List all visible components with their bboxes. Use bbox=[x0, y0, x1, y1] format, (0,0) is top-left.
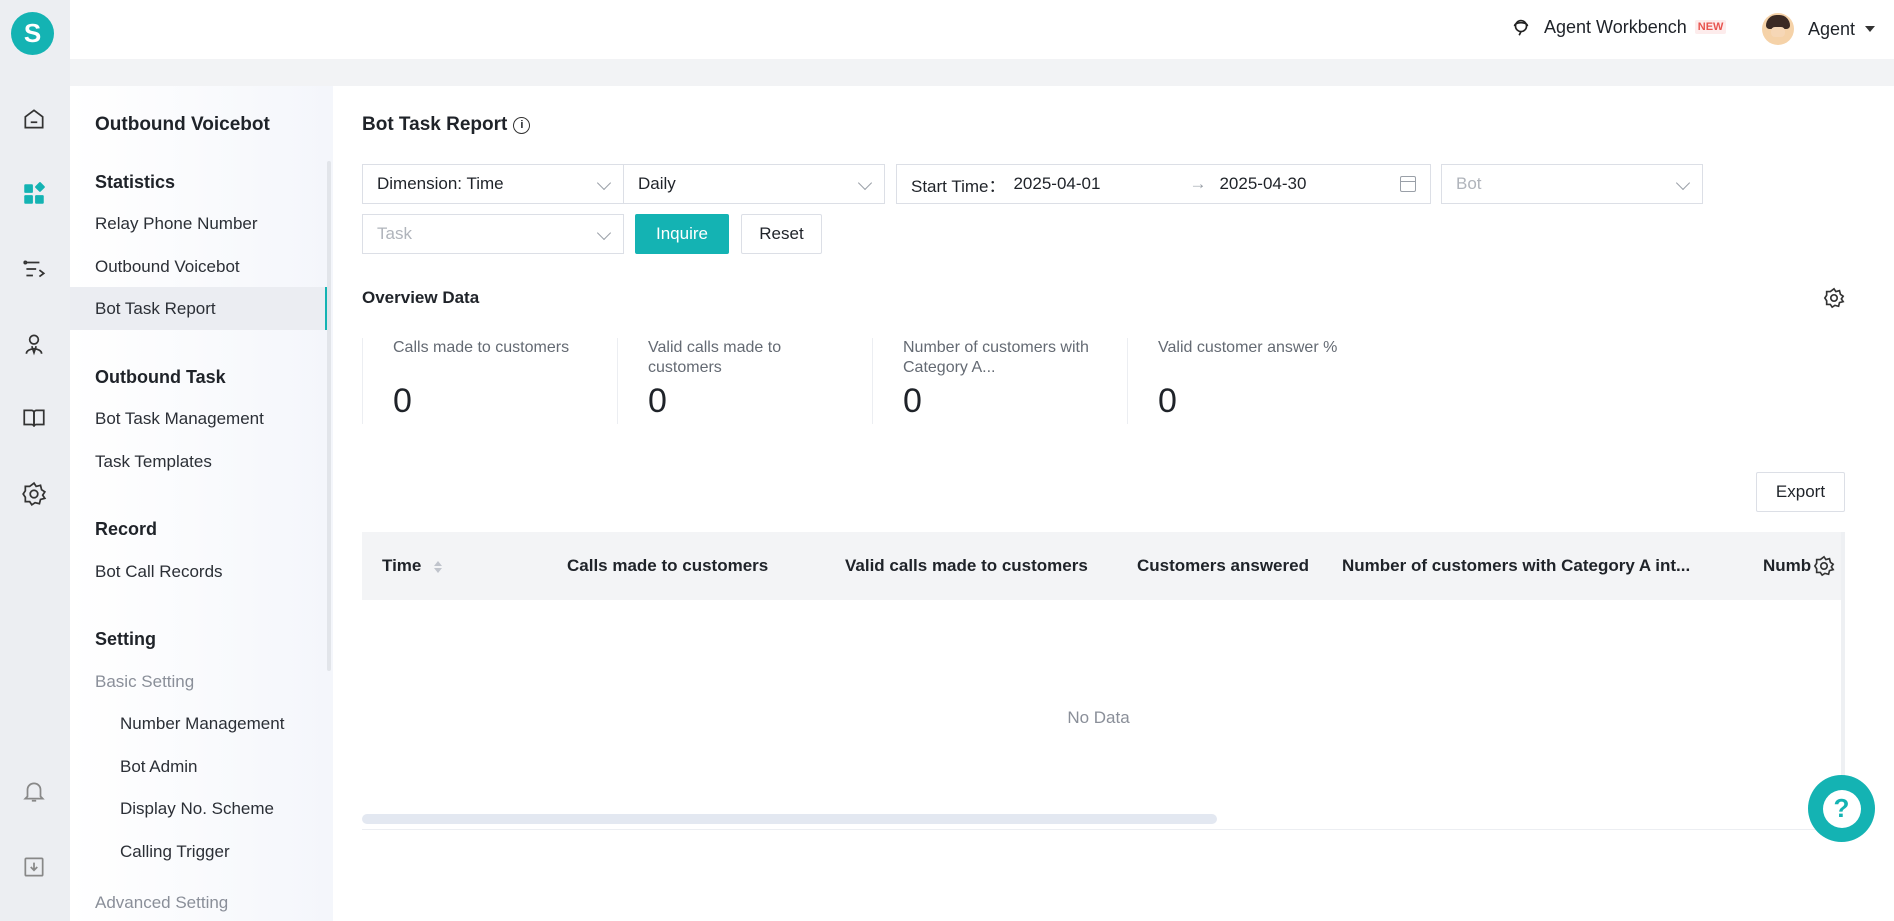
column-header-valid-calls: Valid calls made to customers bbox=[845, 556, 1088, 575]
overview-settings-icon[interactable] bbox=[1823, 287, 1845, 309]
stat-label: Number of customers with Category A... bbox=[903, 339, 1089, 376]
help-icon: ? bbox=[1822, 789, 1861, 828]
bot-placeholder: Bot bbox=[1456, 174, 1482, 193]
column-header-customers-answered: Customers answered bbox=[1137, 556, 1309, 575]
stat-value: 0 bbox=[903, 382, 922, 420]
range-arrow-icon: → bbox=[1189, 174, 1207, 193]
main-content: Bot Task Report i Dimension: Time Daily … bbox=[333, 86, 1894, 921]
agent-icon[interactable] bbox=[19, 329, 49, 359]
date-range-picker[interactable]: Start Time： 2025-04-01 → 2025-04-30 bbox=[896, 164, 1431, 204]
export-button[interactable]: Export bbox=[1756, 472, 1845, 512]
sidebar-item-bot-task-report[interactable]: Bot Task Report bbox=[95, 299, 216, 319]
granularity-select[interactable]: Daily bbox=[623, 164, 885, 204]
sidebar-item-outbound-voicebot[interactable]: Outbound Voicebot bbox=[95, 257, 240, 277]
icon-rail: S bbox=[0, 0, 70, 921]
task-select[interactable]: Task bbox=[362, 214, 624, 254]
sidebar-item-bot-task-management[interactable]: Bot Task Management bbox=[95, 409, 264, 429]
sidebar-item-bot-admin[interactable]: Bot Admin bbox=[120, 757, 198, 777]
start-date-input[interactable]: 2025-04-01 bbox=[1013, 174, 1189, 194]
sort-icon[interactable] bbox=[434, 560, 443, 573]
info-icon[interactable]: i bbox=[513, 116, 531, 134]
bot-select[interactable]: Bot bbox=[1441, 164, 1703, 204]
sidebar-item-task-templates[interactable]: Task Templates bbox=[95, 452, 212, 472]
stat-value: 0 bbox=[1158, 382, 1177, 420]
chevron-down-icon bbox=[1675, 175, 1691, 191]
end-date-input[interactable]: 2025-04-30 bbox=[1219, 174, 1306, 194]
stat-label: Calls made to customers bbox=[393, 339, 570, 356]
stat-label: Valid customer answer % bbox=[1158, 339, 1338, 356]
empty-state-text: No Data bbox=[1067, 708, 1130, 727]
sidebar-item-basic-setting[interactable]: Basic Setting bbox=[95, 672, 194, 692]
sidebar-item-calling-trigger[interactable]: Calling Trigger bbox=[120, 842, 230, 862]
group-setting: Setting bbox=[95, 629, 156, 649]
stat-card: Calls made to customers 0 bbox=[362, 338, 617, 424]
top-bar: Agent Workbench NEW Agent bbox=[70, 0, 1894, 59]
sidebar-scrollbar[interactable] bbox=[327, 161, 331, 671]
route-icon[interactable] bbox=[19, 254, 49, 284]
dimension-select[interactable]: Dimension: Time bbox=[362, 164, 624, 204]
workbench-label: Agent Workbench bbox=[1544, 16, 1687, 37]
app-logo[interactable]: S bbox=[11, 12, 54, 55]
sidebar-item-number-management[interactable]: Number Management bbox=[120, 714, 284, 734]
column-header-category-a: Number of customers with Category A int.… bbox=[1342, 556, 1691, 575]
chevron-down-icon bbox=[596, 175, 612, 191]
column-header-time[interactable]: Time bbox=[382, 556, 443, 576]
group-statistics: Statistics bbox=[95, 172, 176, 192]
overview-title: Overview Data bbox=[362, 288, 480, 307]
sidebar-item-display-no-scheme[interactable]: Display No. Scheme bbox=[120, 799, 274, 819]
bell-icon[interactable] bbox=[19, 776, 49, 806]
stat-value: 0 bbox=[648, 382, 667, 420]
group-outbound-task: Outbound Task bbox=[95, 367, 226, 387]
user-label: Agent bbox=[1808, 18, 1856, 39]
user-menu[interactable]: Agent bbox=[1762, 13, 1876, 45]
sidebar-item-advanced-setting[interactable]: Advanced Setting bbox=[95, 893, 228, 913]
settings-icon[interactable] bbox=[19, 479, 49, 509]
calendar-icon bbox=[1400, 176, 1416, 192]
stat-label: Valid calls made to customers bbox=[648, 339, 782, 376]
new-badge: NEW bbox=[1694, 20, 1727, 34]
chevron-down-icon bbox=[857, 175, 873, 191]
column-label: Time bbox=[382, 556, 422, 575]
secondary-sidebar: Outbound Voicebot Statistics Relay Phone… bbox=[70, 86, 333, 921]
caret-down-icon bbox=[1865, 26, 1876, 32]
help-button[interactable]: ? bbox=[1808, 775, 1875, 842]
horizontal-scrollbar[interactable] bbox=[362, 814, 1217, 824]
apps-icon[interactable] bbox=[19, 179, 49, 209]
agent-workbench-link[interactable]: Agent Workbench NEW bbox=[1510, 16, 1727, 38]
headset-icon bbox=[1513, 19, 1529, 36]
inquire-button[interactable]: Inquire bbox=[635, 214, 729, 254]
reset-button[interactable]: Reset bbox=[741, 214, 822, 254]
dimension-value: Dimension: Time bbox=[377, 174, 504, 193]
stat-value: 0 bbox=[393, 382, 412, 420]
download-icon[interactable] bbox=[19, 852, 49, 882]
table-header: Time Calls made to customers Valid calls… bbox=[362, 532, 1845, 600]
book-icon[interactable] bbox=[19, 403, 49, 433]
avatar bbox=[1762, 13, 1794, 45]
task-placeholder: Task bbox=[377, 224, 412, 243]
chevron-down-icon bbox=[596, 225, 612, 241]
stat-card: Valid calls made to customers 0 bbox=[617, 338, 872, 424]
fixed-column-shadow bbox=[1841, 532, 1845, 812]
logo-letter: S bbox=[23, 18, 42, 48]
start-time-label: Start Time： bbox=[911, 176, 1006, 196]
stat-card: Number of customers with Category A... 0 bbox=[872, 338, 1127, 424]
granularity-value: Daily bbox=[638, 174, 676, 193]
page-title: Bot Task Report i bbox=[362, 114, 531, 136]
stat-card: Valid customer answer % 0 bbox=[1127, 338, 1382, 424]
page-title-text: Bot Task Report bbox=[362, 114, 508, 135]
sidebar-item-relay-phone-number[interactable]: Relay Phone Number bbox=[95, 214, 258, 234]
column-settings-icon[interactable] bbox=[1813, 555, 1835, 577]
sidebar-item-bot-call-records[interactable]: Bot Call Records bbox=[95, 562, 223, 582]
column-header-truncated: Numb bbox=[1763, 556, 1811, 575]
home-icon[interactable] bbox=[19, 104, 49, 134]
column-header-calls: Calls made to customers bbox=[567, 556, 769, 575]
report-table: Time Calls made to customers Valid calls… bbox=[362, 532, 1845, 830]
group-record: Record bbox=[95, 519, 158, 539]
sidebar-title: Outbound Voicebot bbox=[95, 114, 270, 135]
